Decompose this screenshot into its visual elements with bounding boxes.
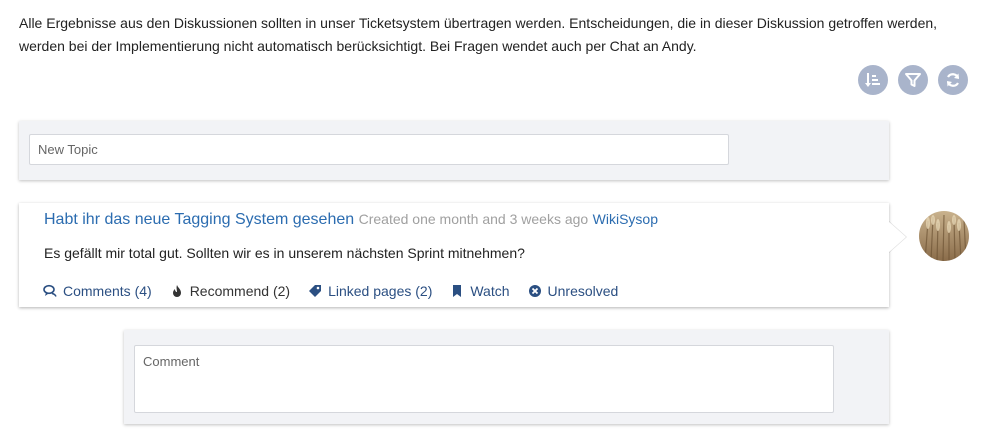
- new-topic-input[interactable]: [29, 134, 729, 165]
- topic-header: Habt ihr das neue Tagging System gesehen…: [44, 211, 658, 229]
- user-avatar-icon: [919, 211, 969, 261]
- discussion-toolbar: [858, 65, 968, 95]
- comment-input[interactable]: [134, 345, 834, 413]
- topic-author-link[interactable]: WikiSysop: [593, 211, 658, 227]
- topic-body-text: Es gefällt mir total gut. Sollten wir es…: [44, 245, 525, 261]
- comments-icon: [43, 284, 57, 297]
- watch-action[interactable]: Watch: [450, 283, 510, 299]
- refresh-icon: [946, 73, 960, 87]
- comments-action[interactable]: Comments (4): [43, 283, 152, 299]
- refresh-button[interactable]: [938, 65, 968, 95]
- discussion-intro-text: Alle Ergebnisse aus den Diskussionen sol…: [19, 15, 938, 54]
- comment-panel: [124, 330, 889, 424]
- topic-title-link[interactable]: Habt ihr das neue Tagging System gesehen: [44, 211, 354, 228]
- topic-created-meta: Created one month and 3 weeks ago: [358, 211, 589, 227]
- sort-button[interactable]: [858, 65, 888, 95]
- watch-label: Watch: [470, 283, 510, 299]
- recommend-action[interactable]: Recommend (2): [170, 283, 290, 299]
- recommend-label: Recommend (2): [189, 283, 291, 299]
- unresolved-label: Unresolved: [547, 283, 619, 299]
- bookmark-icon: [453, 285, 462, 297]
- unresolved-icon: [528, 285, 541, 297]
- fire-icon: [172, 285, 181, 297]
- filter-button[interactable]: [898, 65, 928, 95]
- new-topic-panel: [19, 121, 889, 180]
- filter-icon: [905, 73, 921, 87]
- linked-pages-action[interactable]: Linked pages (2): [308, 283, 432, 299]
- avatar[interactable]: [919, 211, 969, 261]
- unresolved-action[interactable]: Unresolved: [528, 283, 619, 299]
- sort-icon: [865, 73, 880, 87]
- linked-pages-label: Linked pages (2): [328, 283, 433, 299]
- topic-card: Habt ihr das neue Tagging System gesehen…: [19, 203, 889, 307]
- comments-label: Comments (4): [63, 283, 152, 299]
- topic-actions: Comments (4) Recommend (2) Linked pages …: [43, 283, 618, 299]
- topic-card-pointer: [888, 221, 906, 253]
- tag-icon: [309, 285, 322, 297]
